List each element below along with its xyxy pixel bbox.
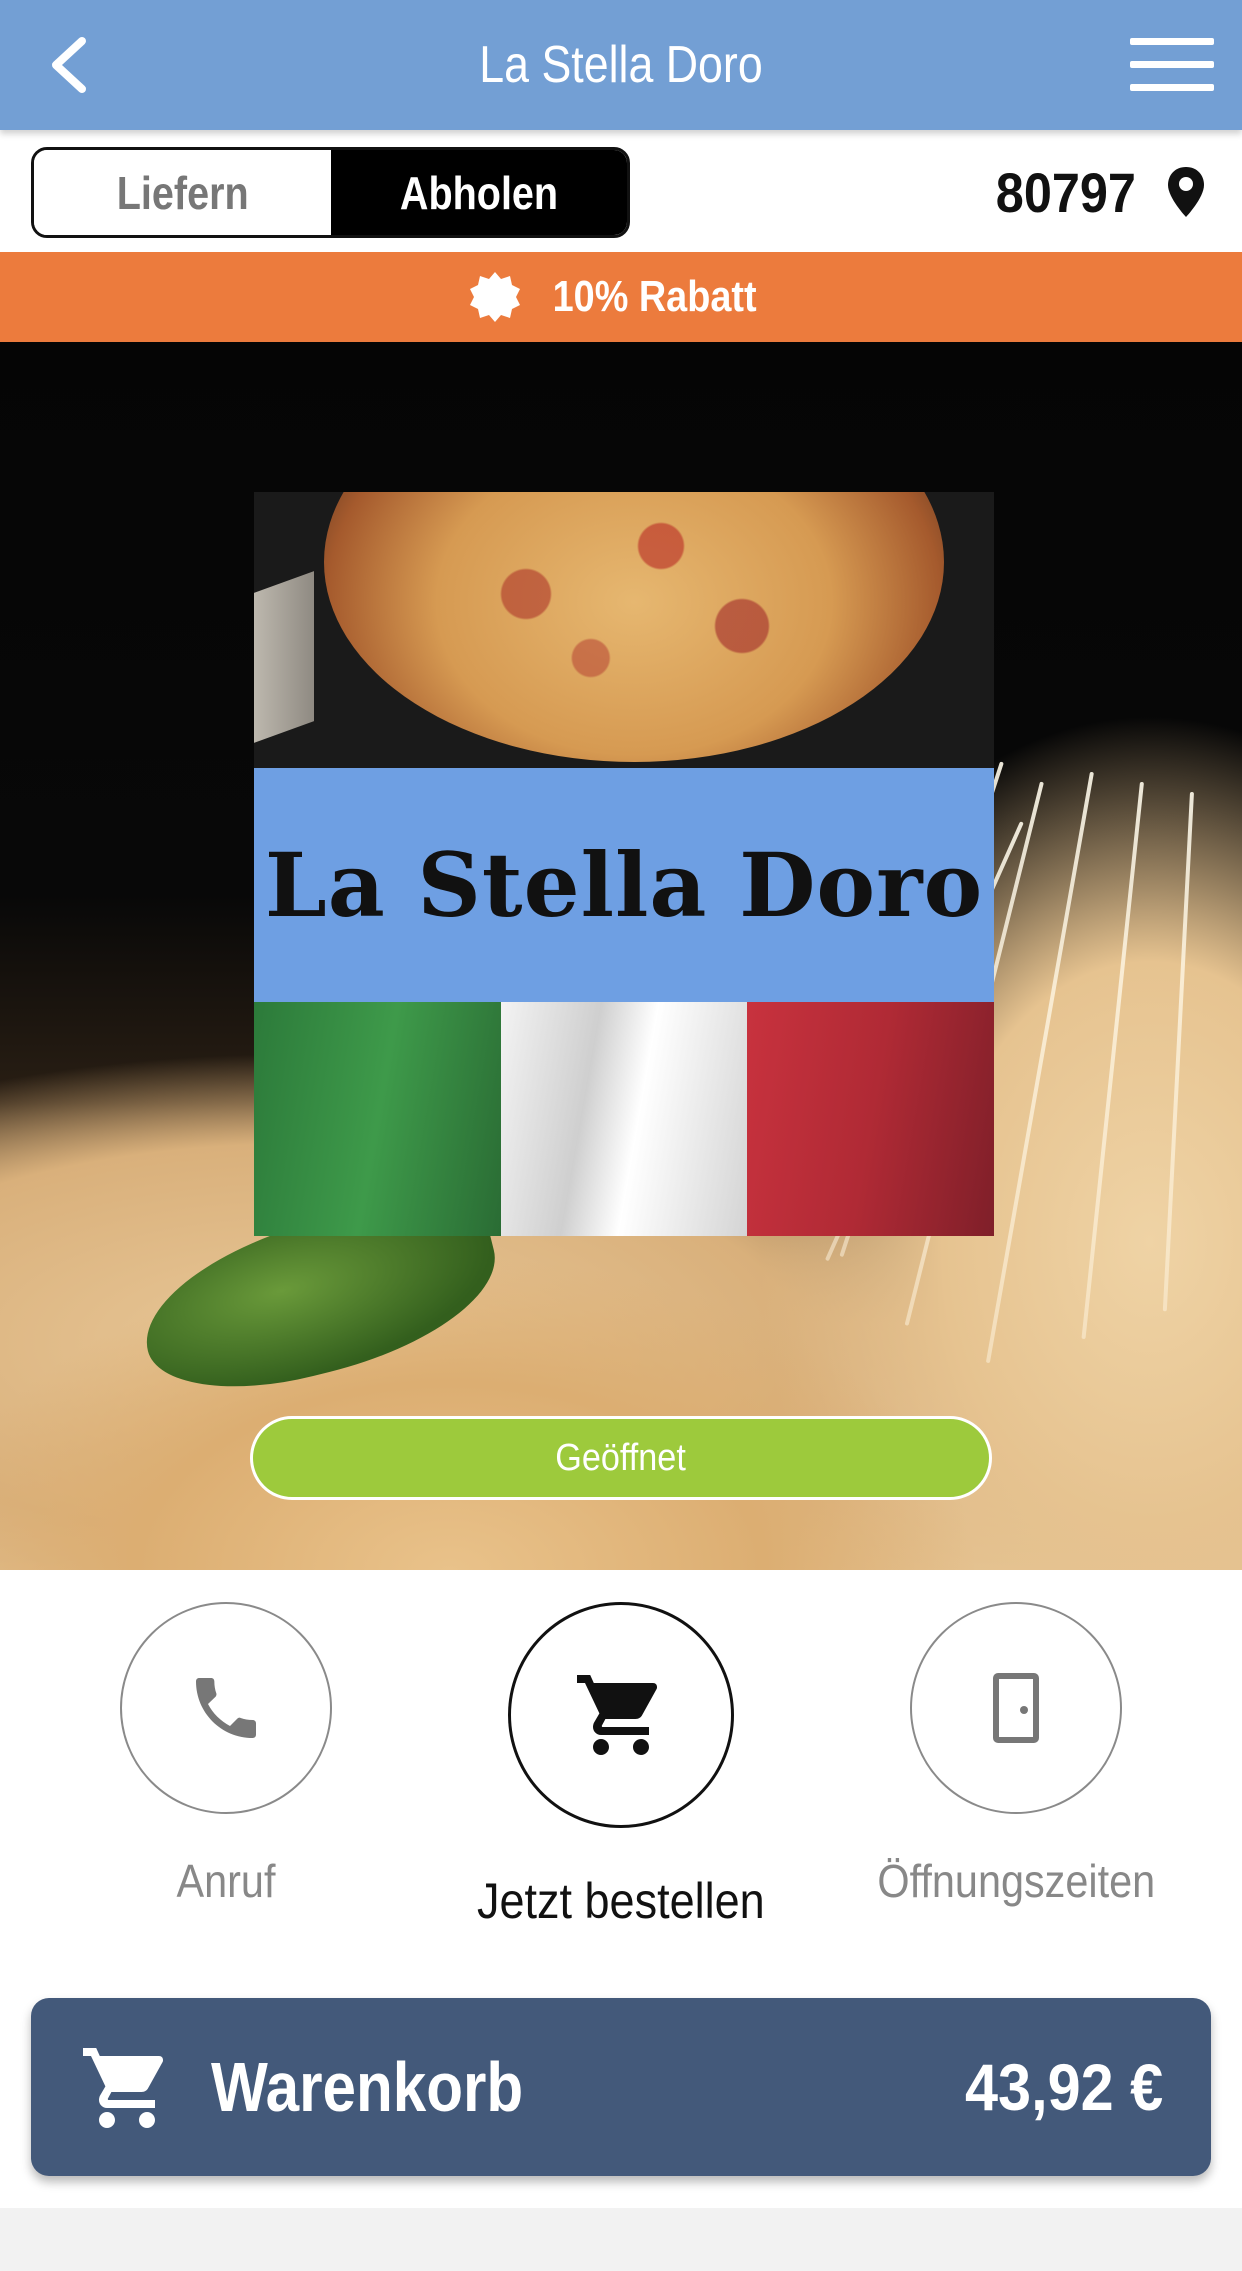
call-button[interactable]: Anruf xyxy=(120,1602,332,1908)
cart-button[interactable]: Warenkorb 43,92 € xyxy=(31,1998,1211,2176)
menu-button[interactable] xyxy=(1130,38,1214,94)
tab-liefern[interactable]: Liefern xyxy=(34,150,331,235)
badge-icon xyxy=(470,272,521,322)
order-mode-row: Liefern Abholen 80797 xyxy=(0,130,1242,252)
location-selector[interactable]: 80797 xyxy=(988,152,1206,232)
phone-icon xyxy=(196,1678,256,1738)
chevron-left-icon xyxy=(52,37,86,93)
cart-label: Warenkorb xyxy=(211,2048,524,2126)
discount-banner: 10% Rabatt xyxy=(0,252,1242,342)
call-label: Anruf xyxy=(176,1855,276,1907)
door-icon xyxy=(993,1673,1039,1743)
opening-hours-label: Öffnungszeiten xyxy=(877,1855,1155,1907)
zip-code: 80797 xyxy=(996,160,1137,224)
open-status-badge[interactable]: Geöffnet xyxy=(250,1416,992,1500)
app-header: La Stella Doro xyxy=(0,0,1242,130)
order-now-label: Jetzt bestellen xyxy=(477,1873,765,1929)
restaurant-logo: La Stella Doro xyxy=(254,492,994,1236)
delivery-mode-toggle: Liefern Abholen xyxy=(31,147,630,238)
page-title: La Stella Doro xyxy=(479,36,763,94)
map-pin-icon xyxy=(1168,167,1204,217)
italian-flag xyxy=(254,1002,994,1236)
bottom-spacer xyxy=(0,2208,1242,2271)
cart-total: 43,92 € xyxy=(964,2050,1163,2124)
cart-icon xyxy=(83,2048,163,2128)
order-now-button[interactable]: Jetzt bestellen xyxy=(477,1602,765,1930)
discount-text: 10% Rabatt xyxy=(553,272,757,321)
hamburger-menu-icon xyxy=(1130,38,1214,45)
tab-abholen[interactable]: Abholen xyxy=(330,150,627,235)
pizza-image xyxy=(324,492,944,762)
cart-icon xyxy=(577,1675,657,1755)
opening-hours-button[interactable]: Öffnungszeiten xyxy=(877,1602,1155,1908)
logo-text: La Stella Doro xyxy=(264,833,984,937)
